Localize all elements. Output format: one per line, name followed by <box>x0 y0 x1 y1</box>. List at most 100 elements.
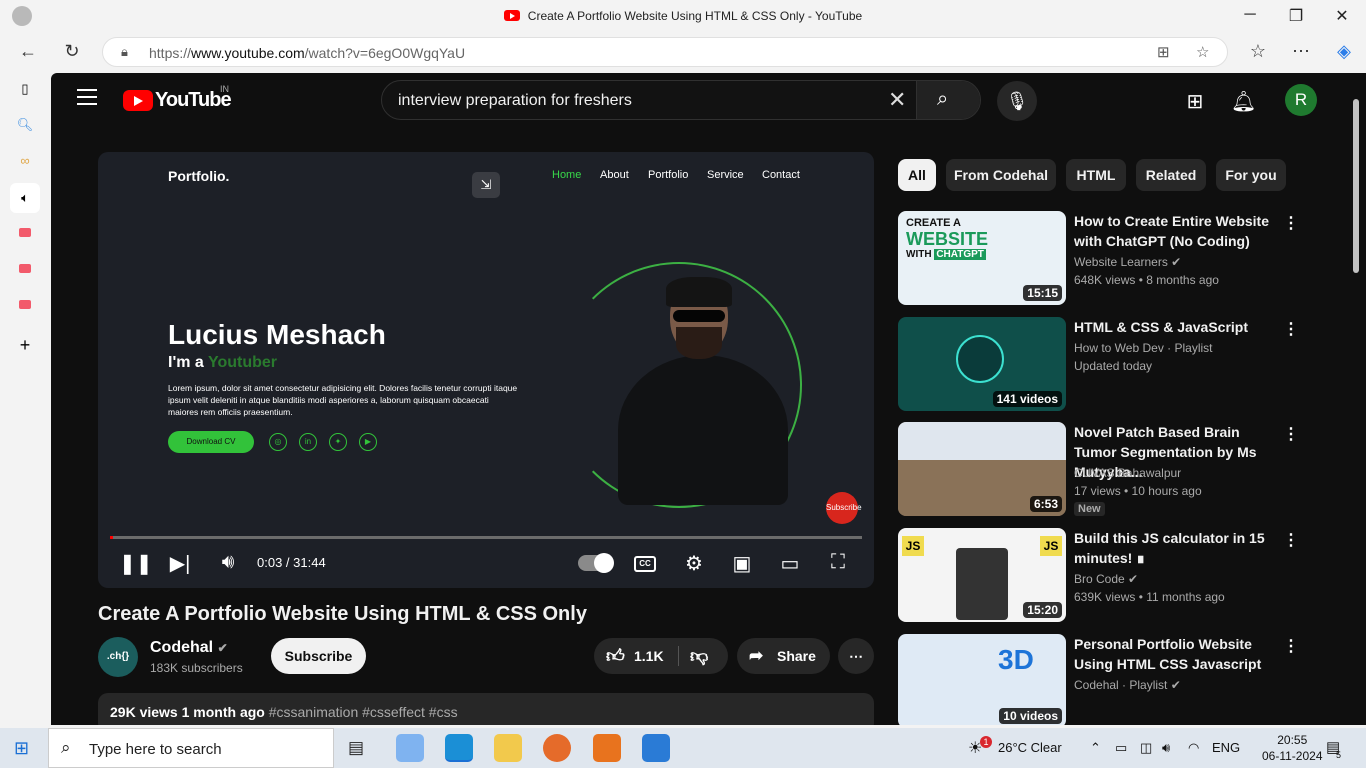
recommendation-title[interactable]: Personal Portfolio Website Using HTML CS… <box>1074 634 1274 674</box>
q-app-icon[interactable] <box>593 734 621 762</box>
search-input[interactable]: interview preparation for freshers <box>398 92 632 110</box>
page-scrollbar[interactable] <box>1351 87 1361 711</box>
recommendation-title[interactable]: Build this JS calculator in 15 minutes! … <box>1074 528 1274 568</box>
add-tab-icon[interactable]: + <box>13 335 37 355</box>
minimize-button[interactable]: ─ <box>1240 6 1260 24</box>
more-options-icon[interactable]: ⋮ <box>1283 424 1299 444</box>
show-hidden-icons[interactable]: ⌃ <box>1090 740 1101 756</box>
youtube-tab-icon[interactable] <box>13 261 37 281</box>
recommendation-item[interactable]: 141 videos HTML & CSS & JavaScript How t… <box>898 317 1318 413</box>
dislike-icon[interactable]: 👎︎ <box>690 645 708 667</box>
youtube-tab-icon[interactable] <box>13 225 37 245</box>
notifications-bell-icon[interactable]: 🔔︎ <box>1231 89 1256 114</box>
app-available-icon[interactable]: ⊞ <box>1157 43 1170 61</box>
video-player[interactable]: Portfolio. ⇲ Home About Portfolio Servic… <box>98 152 874 588</box>
taskbar-clock[interactable]: 20:55 06-11-2024 <box>1262 732 1323 764</box>
more-options-icon[interactable]: ⋮ <box>1283 319 1299 339</box>
recommendation-channel[interactable]: How to Web Dev · Playlist <box>1074 341 1213 355</box>
recommendation-channel[interactable]: Bro Code ✔ <box>1074 572 1138 586</box>
search-sidebar-icon[interactable]: 🔍︎ <box>13 117 37 137</box>
recommendation-channel[interactable]: Website Learners ✔ <box>1074 255 1181 269</box>
youtube-logo[interactable]: YouTube IN <box>123 84 232 113</box>
fullscreen-icon[interactable]: ⛶ <box>824 551 852 574</box>
windows-start-icon[interactable]: ⊞ <box>14 738 29 759</box>
more-options-icon[interactable]: ⋮ <box>1283 213 1299 233</box>
file-explorer-icon[interactable] <box>494 734 522 762</box>
like-icon[interactable]: 👍︎ <box>606 645 625 667</box>
more-options-icon[interactable]: ⋮ <box>1283 530 1299 550</box>
language-indicator[interactable]: ENG <box>1212 740 1240 755</box>
recommendation-channel[interactable]: CUVAS Bahawalpur <box>1074 466 1181 480</box>
recommendation-title[interactable]: HTML & CSS & JavaScript <box>1074 317 1274 337</box>
recommendation-channel[interactable]: Codehal · Playlist ✔ <box>1074 678 1181 692</box>
youtube-tab-icon[interactable] <box>13 297 37 317</box>
taskbar-search[interactable]: ⌕ Type here to search <box>48 728 334 768</box>
more-actions-button[interactable]: ⋯ <box>838 638 874 674</box>
chip-all[interactable]: All <box>898 159 936 191</box>
video-thumbnail[interactable]: CREATE A WEBSITE WITH CHATGPT 15:15 <box>898 211 1066 305</box>
more-menu-icon[interactable]: ⋯ <box>1289 41 1313 62</box>
close-window-button[interactable]: ✕ <box>1332 6 1352 26</box>
voice-search-icon[interactable]: 🎙︎ <box>997 81 1037 121</box>
recommendation-title[interactable]: How to Create Entire Website with ChatGP… <box>1074 211 1274 251</box>
lock-icon[interactable]: 🔒︎ <box>121 44 128 60</box>
refresh-icon[interactable]: ↻ <box>60 41 84 62</box>
subscribe-button[interactable]: Subscribe <box>271 638 366 674</box>
settings-gear-icon[interactable]: ⚙ <box>680 551 708 576</box>
url-text[interactable]: https://www.youtube.com/watch?v=6egO0Wgq… <box>149 45 465 61</box>
search-box[interactable]: interview preparation for freshers ✕ ⌕ <box>381 80 981 120</box>
favorite-star-icon[interactable]: ☆ <box>1196 43 1209 61</box>
scrollbar-thumb[interactable] <box>1353 99 1359 273</box>
account-avatar[interactable]: R <box>1285 84 1317 116</box>
progress-bar[interactable] <box>110 536 862 539</box>
description-box[interactable]: 29K views 1 month ago #cssanimation #css… <box>98 693 874 725</box>
copilot-app-icon[interactable] <box>396 734 424 762</box>
channel-avatar[interactable]: .ch{} <box>98 637 138 677</box>
create-video-icon[interactable]: ⊞ <box>1183 89 1207 114</box>
back-icon[interactable]: ← <box>16 41 40 62</box>
share-button[interactable]: ➦ Share <box>737 638 830 674</box>
video-thumbnail[interactable]: 3D 10 videos <box>898 634 1066 725</box>
address-bar[interactable]: 🔒︎ https://www.youtube.com/watch?v=6egO0… <box>102 37 1228 67</box>
copilot-icon[interactable]: ◈ <box>1332 41 1356 62</box>
menu-icon[interactable] <box>77 89 97 110</box>
captions-button[interactable]: CC <box>634 556 656 572</box>
wifi-icon[interactable]: ◠ <box>1188 740 1199 756</box>
search-button[interactable]: ⌕ <box>916 81 980 119</box>
chip-for-you[interactable]: For you <box>1216 159 1286 191</box>
vscode-app-icon[interactable] <box>642 734 670 762</box>
task-view-icon[interactable]: ▤ <box>348 738 364 758</box>
speaker-icon[interactable]: 🔊︎ <box>1162 740 1170 756</box>
recommendation-item[interactable]: 3D 10 videos Personal Portfolio Website … <box>898 634 1318 725</box>
restore-button[interactable]: ❐ <box>1286 6 1306 26</box>
recommendation-item[interactable]: JS JS 15:20 Build this JS calculator in … <box>898 528 1318 624</box>
video-thumbnail[interactable]: 141 videos <box>898 317 1066 411</box>
more-options-icon[interactable]: ⋮ <box>1283 636 1299 656</box>
chip-html[interactable]: HTML <box>1066 159 1126 191</box>
recommendation-item[interactable]: 6:53 Novel Patch Based Brain Tumor Segme… <box>898 422 1318 518</box>
video-thumbnail[interactable]: 6:53 <box>898 422 1066 516</box>
tab-actions-icon[interactable]: ▯ <box>13 81 37 101</box>
channel-name[interactable]: Codehal ✔ <box>150 639 228 657</box>
chip-from-codehal[interactable]: From Codehal <box>946 159 1056 191</box>
miniplayer-icon[interactable]: ▣ <box>728 551 756 576</box>
exit-miniplayer-icon[interactable]: ⇲ <box>472 172 500 198</box>
chip-related[interactable]: Related <box>1136 159 1206 191</box>
recommendation-item[interactable]: CREATE A WEBSITE WITH CHATGPT 15:15 How … <box>898 211 1318 307</box>
volume-icon[interactable]: 🔊︎ <box>214 551 242 574</box>
edge-app-icon[interactable] <box>445 734 473 762</box>
next-icon[interactable]: ▶| <box>166 551 194 576</box>
weather-text[interactable]: 26°C Clear <box>998 740 1062 755</box>
battery-icon[interactable]: ▭ <box>1115 740 1127 756</box>
video-thumbnail[interactable]: JS JS 15:20 <box>898 528 1066 622</box>
clear-search-icon[interactable]: ✕ <box>888 87 906 113</box>
favorites-icon[interactable]: ☆ <box>1246 41 1270 62</box>
pause-icon[interactable]: ❚❚ <box>119 551 153 576</box>
speaker-tab-icon[interactable]: 🔈︎ <box>10 183 40 213</box>
like-count[interactable]: 1.1K <box>634 648 664 664</box>
firefox-app-icon[interactable] <box>543 734 571 762</box>
camera-icon[interactable]: ◫ <box>1140 740 1152 756</box>
theater-mode-icon[interactable]: ▭ <box>776 551 804 576</box>
subscribe-watermark[interactable]: Subscribe <box>826 492 862 524</box>
link-icon[interactable]: ∞ <box>13 153 37 173</box>
